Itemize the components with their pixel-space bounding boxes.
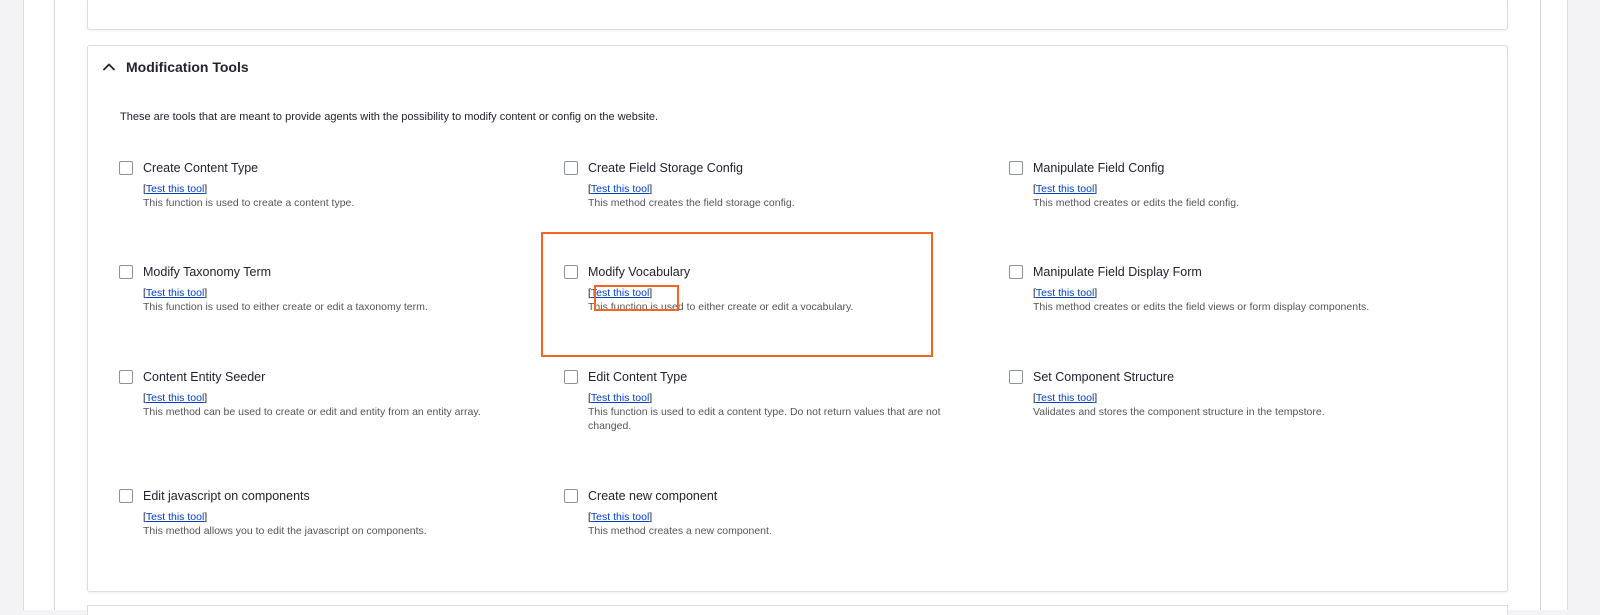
tool-description: This method creates a new component. <box>588 525 772 537</box>
tool-description: This method allows you to edit the javas… <box>143 525 427 537</box>
tool-checkbox[interactable] <box>1009 265 1023 279</box>
tool-name: Edit javascript on components <box>143 489 310 503</box>
test-tool-link[interactable]: Test this tool <box>591 183 649 195</box>
panel-description: These are tools that are meant to provid… <box>120 111 659 123</box>
test-tool-link-wrapper: [Test this tool] <box>143 183 208 195</box>
test-tool-link[interactable]: Test this tool <box>591 511 649 523</box>
tool-name: Modify Vocabulary <box>588 265 691 279</box>
tool-item: Manipulate Field Config [Test this tool]… <box>1009 159 1409 210</box>
tool-name: Create Field Storage Config <box>588 161 743 175</box>
tool-checkbox[interactable] <box>119 265 133 279</box>
tool-checkbox[interactable] <box>119 489 133 503</box>
test-tool-link[interactable]: Test this tool <box>146 287 204 299</box>
test-tool-link-wrapper: [Test this tool] <box>143 511 208 523</box>
tool-description: This method creates the field storage co… <box>588 197 795 209</box>
tool-checkbox[interactable] <box>564 161 578 175</box>
tool-item: Create new component [Test this tool] Th… <box>564 487 964 538</box>
test-tool-link[interactable]: Test this tool <box>1036 183 1094 195</box>
tool-checkbox[interactable] <box>119 161 133 175</box>
tool-name: Create Content Type <box>143 161 259 175</box>
tool-name: Set Component Structure <box>1033 370 1175 384</box>
test-tool-link[interactable]: Test this tool <box>1036 287 1094 299</box>
tool-item: Create Field Storage Config [Test this t… <box>564 159 964 210</box>
tool-name: Manipulate Field Display Form <box>1033 265 1202 279</box>
tool-checkbox[interactable] <box>119 370 133 384</box>
tool-checkbox[interactable] <box>564 370 578 384</box>
tool-name: Create new component <box>588 489 718 503</box>
tool-description: This function is used to either create o… <box>143 301 428 313</box>
tool-description: This function is used to create a conten… <box>143 197 355 209</box>
tool-item: Modify Vocabulary [Test this tool] This … <box>564 263 964 314</box>
test-tool-link[interactable]: Test this tool <box>591 392 649 404</box>
test-tool-link[interactable]: Test this tool <box>146 183 204 195</box>
tool-item: Set Component Structure [Test this tool]… <box>1009 368 1409 419</box>
tool-checkbox[interactable] <box>564 265 578 279</box>
tool-description: This method creates or edits the field c… <box>1033 197 1240 209</box>
tool-name: Edit Content Type <box>588 370 688 384</box>
test-tool-link-wrapper: [Test this tool] <box>143 392 208 404</box>
previous-panel <box>87 0 1508 30</box>
tool-description: This method creates or edits the field v… <box>1033 301 1370 313</box>
tool-name: Content Entity Seeder <box>143 370 266 384</box>
tool-description: This method can be used to create or edi… <box>143 406 481 418</box>
panel-title: Modification Tools <box>126 59 249 75</box>
test-tool-link-wrapper: [Test this tool] <box>588 287 653 299</box>
test-tool-link[interactable]: Test this tool <box>1036 392 1094 404</box>
tool-name: Manipulate Field Config <box>1033 161 1165 175</box>
panel-summary-toggle[interactable]: Modification Tools <box>100 56 249 78</box>
test-tool-link-wrapper: [Test this tool] <box>1033 287 1098 299</box>
tool-checkbox[interactable] <box>1009 161 1023 175</box>
test-tool-link-wrapper: [Test this tool] <box>143 287 208 299</box>
chevron-up-icon <box>103 63 115 71</box>
tool-checkbox[interactable] <box>1009 370 1023 384</box>
tool-description: This function is used to either create o… <box>588 301 854 313</box>
tool-description: This function is used to edit a content … <box>588 406 941 432</box>
tool-name: Modify Taxonomy Term <box>143 265 272 279</box>
tool-item: Modify Taxonomy Term [Test this tool] Th… <box>119 263 519 314</box>
tool-item: Edit javascript on components [Test this… <box>119 487 519 538</box>
test-tool-link-wrapper: [Test this tool] <box>588 511 653 523</box>
tool-item: Manipulate Field Display Form [Test this… <box>1009 263 1409 314</box>
modification-tools-panel: Modification Tools These are tools that … <box>87 45 1508 592</box>
tool-checkbox[interactable] <box>564 489 578 503</box>
tool-item: Create Content Type [Test this tool] Thi… <box>119 159 519 210</box>
tool-item: Content Entity Seeder [Test this tool] T… <box>119 368 519 419</box>
test-tool-link[interactable]: Test this tool <box>146 511 204 523</box>
test-tool-link-wrapper: [Test this tool] <box>1033 183 1098 195</box>
test-tool-link[interactable]: Test this tool <box>146 392 204 404</box>
test-tool-link[interactable]: Test this tool <box>591 287 649 299</box>
test-tool-link-wrapper: [Test this tool] <box>588 392 653 404</box>
tool-item: Edit Content Type [Test this tool] This … <box>564 368 954 433</box>
tool-description: Validates and stores the component struc… <box>1033 406 1325 418</box>
test-tool-link-wrapper: [Test this tool] <box>588 183 653 195</box>
next-panel <box>87 605 1508 615</box>
test-tool-link-wrapper: [Test this tool] <box>1033 392 1098 404</box>
